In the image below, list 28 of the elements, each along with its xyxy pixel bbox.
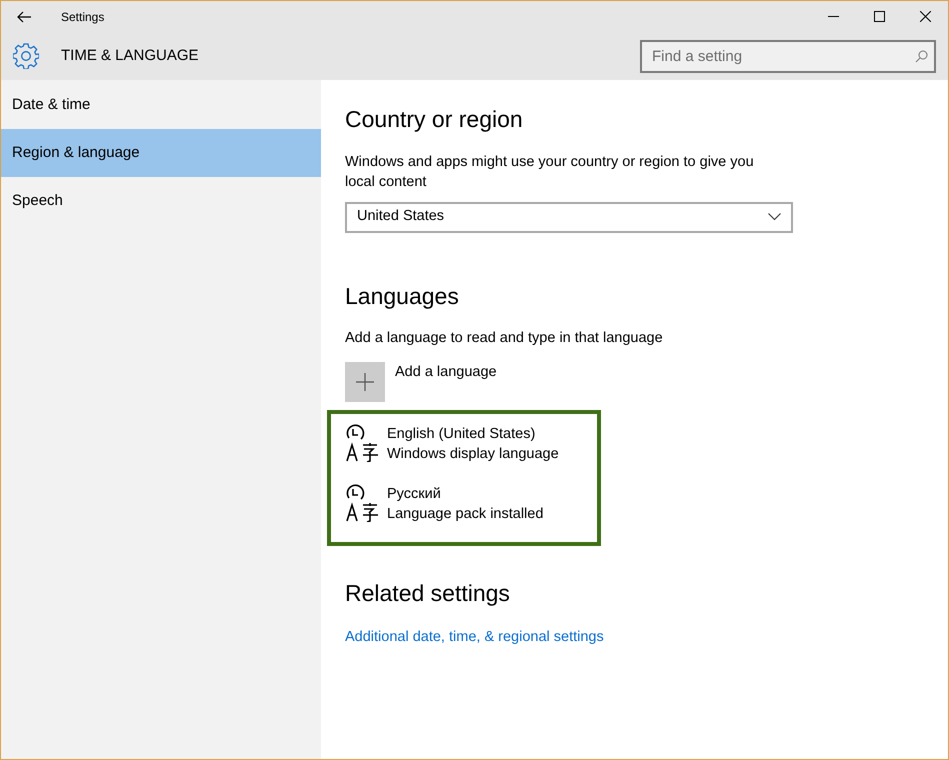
regional-settings-link[interactable]: Additional date, time, & regional settings	[345, 628, 604, 645]
language-name: English (United States)	[387, 425, 536, 444]
plus-icon	[356, 373, 374, 392]
language-icon	[345, 424, 379, 462]
back-arrow-icon	[17, 10, 31, 22]
country-dropdown[interactable]: United States	[345, 202, 793, 233]
language-name: Русский	[387, 485, 442, 504]
language-status: Language pack installed	[387, 505, 544, 524]
language-status: Windows display language	[387, 445, 559, 464]
chevron-down-icon	[768, 213, 781, 222]
add-language-button[interactable]: Add a language	[345, 362, 497, 402]
search-icon	[915, 50, 928, 62]
minimize-icon	[828, 16, 838, 17]
section-heading: Related settings	[345, 580, 511, 608]
description-text: Windows and apps might use your country or region to give you local content	[345, 152, 755, 192]
sidebar-item[interactable]: Region & language	[1, 129, 321, 177]
sidebar-item[interactable]: Date & time	[1, 81, 321, 129]
description-text: Add a language to read and type in that language	[345, 329, 664, 348]
section-title: TIME & LANGUAGE	[61, 46, 199, 66]
section-heading: Languages	[345, 282, 460, 310]
language-icon	[345, 484, 379, 522]
sidebar-item[interactable]: Speech	[1, 177, 321, 225]
maximize-icon	[874, 11, 884, 22]
window-title: Settings	[61, 8, 104, 26]
search-field[interactable]: Find a setting	[640, 40, 936, 72]
close-icon	[920, 11, 930, 22]
section-heading: Country or region	[345, 106, 524, 134]
settings-icon	[13, 43, 39, 69]
